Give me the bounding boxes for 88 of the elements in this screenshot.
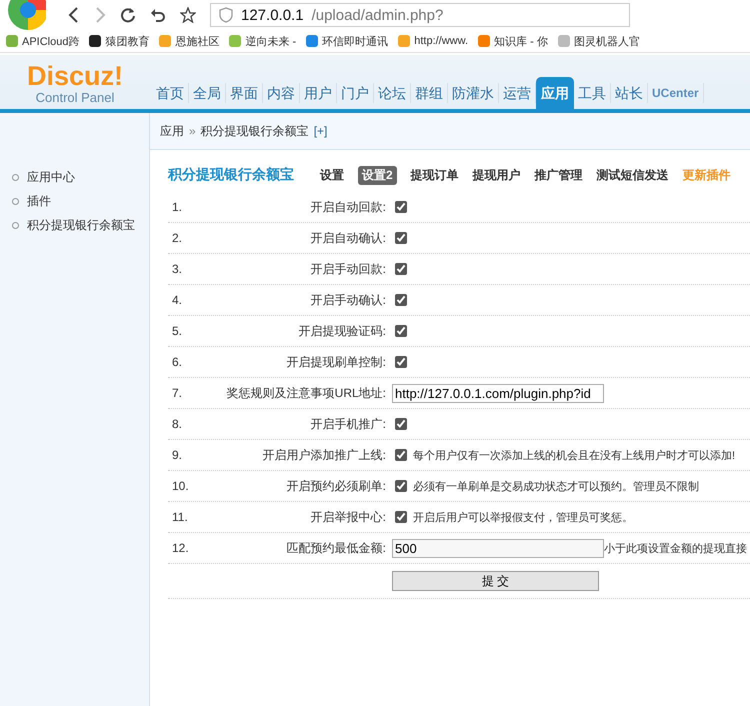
reload-icon[interactable] [120,7,136,23]
logo-title: Discuz! [26,63,124,90]
nav-tab[interactable]: 工具 [574,83,611,103]
nav-tab[interactable]: 门户 [337,83,374,103]
settings-tab[interactable]: 设置 [320,166,344,184]
setting-label: 匹配预约最低金额: [286,540,387,556]
url-field[interactable]: http://127.0.0.1.com/plugin.php?id [392,384,604,402]
setting-label: 开启手动回款: [310,260,387,278]
nav-tab[interactable]: 首页 [152,83,189,103]
checkbox[interactable] [395,232,407,244]
setting-label: 开启提现验证码: [298,322,387,340]
checkbox[interactable] [395,418,407,430]
address-host: 127.0.0.1 [241,6,304,24]
breadcrumb-current: 积分提现银行余额宝 [200,122,309,140]
row-number: 8. [171,417,184,431]
checkbox[interactable] [395,263,407,275]
plugin-title: 积分提现银行余额宝 [168,166,294,184]
bullet-icon [12,198,19,204]
submit-button[interactable]: 提 交 [392,571,599,591]
setting-label: 开启用户添加推广上线: [262,446,387,464]
row-number: 7. [171,386,184,400]
checkbox[interactable] [395,449,407,461]
row-number: 11. [171,510,189,524]
bookmark[interactable]: 图灵机器人官 [558,34,640,48]
bookmark[interactable]: http://www. [398,35,468,47]
setting-label: 开启提现刷单控制: [286,354,387,370]
sidebar-item[interactable]: 插件 [0,189,149,213]
row-number: 9. [171,448,184,462]
nav-tab[interactable]: 群组 [411,83,448,103]
row-number: 6. [171,355,184,369]
setting-note: 开启后用户可以举报假支付，管理员可奖惩。 [413,510,633,524]
checkbox[interactable] [395,356,407,368]
shield-icon [219,7,233,23]
back-icon[interactable] [68,7,80,23]
sidebar-item[interactable]: 应用中心 [0,165,149,189]
nav-tab[interactable]: 防灌水 [448,83,499,103]
bookmark[interactable]: 环信即时通讯 [306,34,388,48]
settings-tab[interactable]: 设置2 [358,166,397,184]
nav-tab[interactable]: 界面 [226,83,263,103]
bookmark[interactable]: 恩施社区 [159,34,220,48]
address-path: /upload/admin.php? [312,6,444,24]
nav-tab[interactable]: 应用 [536,77,574,109]
bookmark[interactable]: APICloud跨 [6,34,80,48]
setting-label: 开启举报中心: [310,508,387,526]
breadcrumb-link[interactable]: 应用 [160,122,184,140]
address-field[interactable]: 127.0.0.1 /upload/admin.php? [210,3,630,27]
checkbox[interactable] [395,480,407,492]
bookmark[interactable]: 猿团教育 [89,34,150,48]
bookmark[interactable]: 知识库 - 你 [478,34,548,48]
amount-field[interactable]: 500 [392,538,604,558]
undo-icon[interactable] [150,7,166,23]
bullet-icon [12,174,19,180]
settings-tab[interactable]: 测试短信发送 [596,166,669,184]
row-number: 2. [171,231,184,245]
logo-subtitle: Control Panel [34,90,116,105]
add-link[interactable]: [+] [314,124,328,138]
settings-tab[interactable]: 推广管理 [534,166,583,184]
sidebar-item[interactable]: 积分提现银行余额宝 [0,213,149,237]
nav-tab[interactable]: 全局 [189,83,226,103]
checkbox[interactable] [395,325,407,337]
setting-note: 每个用户仅有一次添加上线的机会且在没有上线用户时才可以添加! [413,448,736,462]
row-number: 10. [171,479,190,493]
row-number: 12. [171,541,190,555]
row-number: 4. [171,293,184,307]
checkbox[interactable] [395,294,407,306]
nav-tab[interactable]: 论坛 [374,83,411,103]
row-number: 1. [171,200,184,214]
bookmark[interactable]: 逆向未来 - [229,34,296,48]
setting-label: 开启自动确认: [310,230,387,246]
star-icon[interactable] [180,7,196,23]
settings-tab[interactable]: 提现订单 [410,166,459,184]
bullet-icon [12,222,19,228]
setting-label: 开启手动确认: [310,292,387,308]
checkbox[interactable] [395,511,407,523]
settings-tab[interactable]: 提现用户 [472,166,521,184]
breadcrumb-separator: » [189,124,196,138]
nav-tab[interactable]: 站长 [611,83,648,103]
row-number: 3. [171,262,184,276]
setting-label: 开启预约必须刷单: [286,478,387,494]
setting-note: 小于此项设置金额的提现直接 [604,542,747,556]
nav-tab[interactable]: 内容 [263,83,300,103]
setting-label: 奖惩规则及注意事项URL地址: [226,384,387,402]
setting-label: 开启自动回款: [310,198,387,216]
setting-note: 必须有一单刷单是交易成功状态才可以预约。管理员不限制 [413,480,699,494]
setting-label: 开启手机推广: [310,416,387,432]
checkbox[interactable] [395,201,407,213]
nav-tab[interactable]: 用户 [300,83,337,103]
row-number: 5. [171,324,184,338]
